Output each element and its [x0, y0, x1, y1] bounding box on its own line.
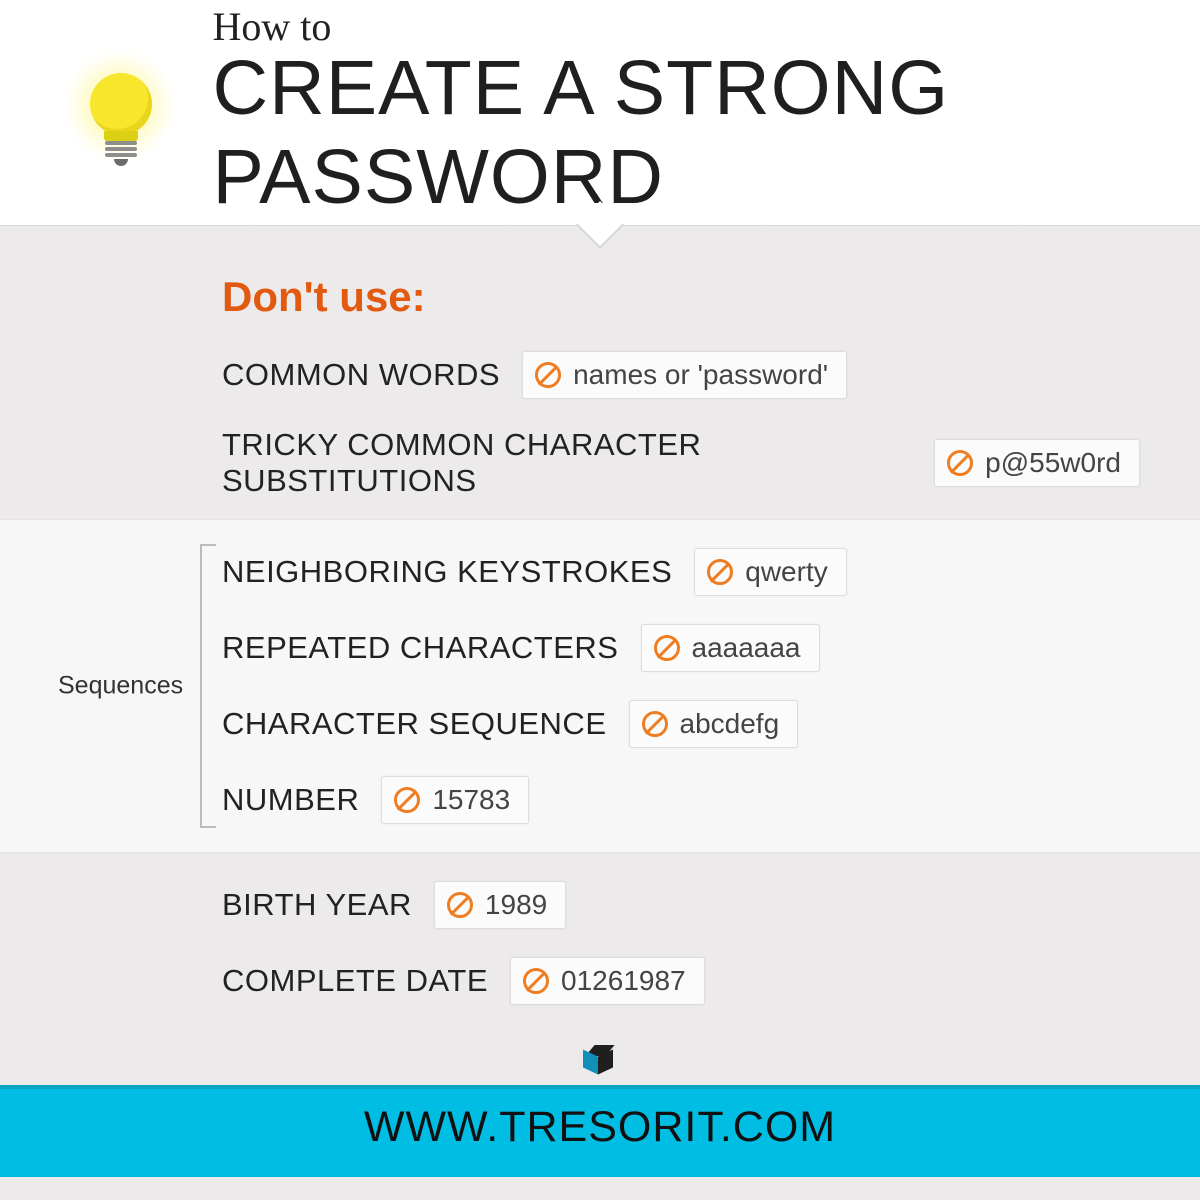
rule-row: COMPLETE DATE 01261987: [222, 957, 1140, 1005]
ban-icon: [642, 711, 668, 737]
rule-row: CHARACTER SEQUENCE abcdefg: [222, 700, 1140, 748]
ban-icon: [447, 892, 473, 918]
section-sequences: Sequences NEIGHBORING KEYSTROKES qwerty …: [0, 519, 1200, 853]
example-text: 1989: [485, 889, 547, 921]
footer-url: WWW.TRESORIT.COM: [364, 1103, 836, 1152]
rule-label: BIRTH YEAR: [222, 887, 412, 923]
dont-heading: Don't use:: [222, 273, 1140, 321]
rule-row: TRICKY COMMON CHARACTER SUBSTITUTIONS p@…: [222, 427, 1140, 499]
rule-label: CHARACTER SEQUENCE: [222, 706, 607, 742]
ban-icon: [523, 968, 549, 994]
ban-icon: [654, 635, 680, 661]
example-text: 01261987: [561, 965, 686, 997]
rule-label: NEIGHBORING KEYSTROKES: [222, 554, 672, 590]
example-text: p@55w0rd: [985, 447, 1121, 479]
pretitle: How to: [213, 3, 1200, 50]
cube-logo-icon: [583, 1045, 617, 1079]
example-chip: abcdefg: [629, 700, 799, 748]
example-chip: 01261987: [510, 957, 705, 1005]
example-chip: 1989: [434, 881, 566, 929]
page-title: CREATE A STRONG PASSWORD: [213, 44, 1200, 222]
rule-label: COMMON WORDS: [222, 357, 500, 393]
ban-icon: [535, 362, 561, 388]
sequences-label: Sequences: [58, 672, 183, 701]
rule-row: BIRTH YEAR 1989: [222, 881, 1140, 929]
ban-icon: [394, 787, 420, 813]
example-text: qwerty: [745, 556, 827, 588]
section-dates: BIRTH YEAR 1989 COMPLETE DATE 01261987: [0, 853, 1200, 1045]
example-text: names or 'password': [573, 359, 828, 391]
footer: WWW.TRESORIT.COM: [0, 1085, 1200, 1177]
rule-row: REPEATED CHARACTERS aaaaaaa: [222, 624, 1140, 672]
rule-row: COMMON WORDS names or 'password': [222, 351, 1140, 399]
rule-label: REPEATED CHARACTERS: [222, 630, 619, 666]
example-chip: names or 'password': [522, 351, 847, 399]
logo-row: [0, 1045, 1200, 1085]
bracket-icon: [200, 544, 216, 828]
rule-label: NUMBER: [222, 782, 359, 818]
rule-row: NEIGHBORING KEYSTROKES qwerty: [222, 548, 1140, 596]
example-chip: p@55w0rd: [934, 439, 1140, 487]
example-chip: aaaaaaa: [641, 624, 820, 672]
example-chip: qwerty: [694, 548, 846, 596]
example-text: 15783: [432, 784, 510, 816]
example-text: abcdefg: [680, 708, 780, 740]
section-common: Don't use: COMMON WORDS names or 'passwo…: [0, 225, 1200, 519]
ban-icon: [947, 450, 973, 476]
rule-label: TRICKY COMMON CHARACTER SUBSTITUTIONS: [222, 427, 912, 499]
example-chip: 15783: [381, 776, 529, 824]
ban-icon: [707, 559, 733, 585]
header: How to CREATE A STRONG PASSWORD: [0, 0, 1200, 225]
rule-label: COMPLETE DATE: [222, 963, 488, 999]
rule-row: NUMBER 15783: [222, 776, 1140, 824]
example-text: aaaaaaa: [692, 632, 801, 664]
